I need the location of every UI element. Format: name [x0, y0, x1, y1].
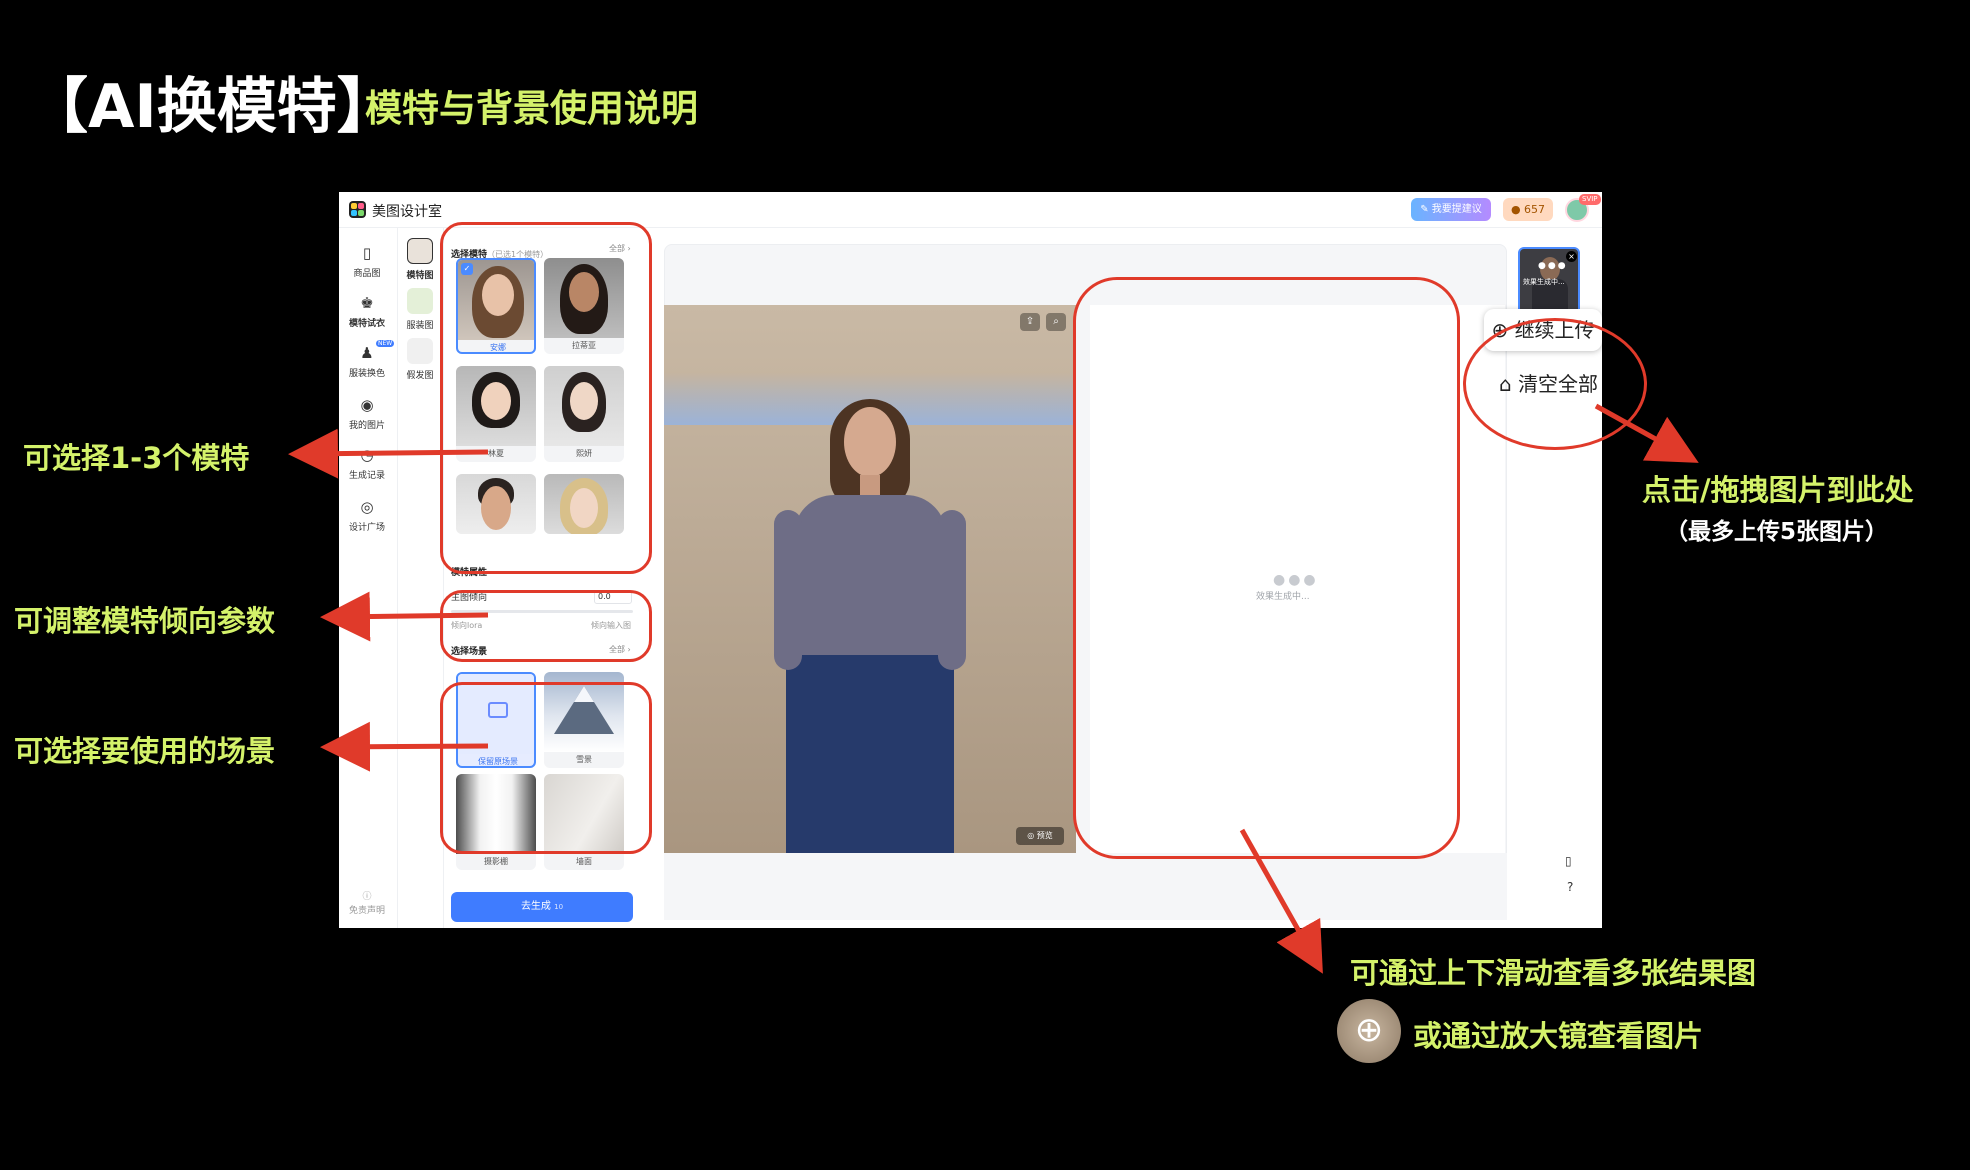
arrow-adjust-params	[320, 591, 489, 642]
annotation-adjust-params: 可调整模特倾向参数	[14, 604, 276, 638]
arrow-upload	[1594, 403, 1699, 463]
arrow-choose-scene	[320, 721, 489, 772]
annotation-choose-scene: 可选择要使用的场景	[14, 734, 276, 768]
annotation-upload-hint: 点击/拖拽图片到此处	[1642, 473, 1914, 507]
annotation-arrows	[288, 403, 1699, 974]
arrow-choose-model	[288, 428, 489, 479]
annotation-upload-limit: （最多上传5张图片）	[1665, 519, 1889, 545]
arrow-scroll	[1239, 828, 1323, 974]
annotation-scroll-hint: 可通过上下滑动查看多张结果图	[1350, 956, 1757, 990]
annotation-zoom-hint: 或通过放大镜查看图片	[1413, 1019, 1704, 1053]
magnifier-icon: ⊕	[1337, 999, 1401, 1063]
annotation-choose-model: 可选择1-3个模特	[23, 441, 250, 475]
